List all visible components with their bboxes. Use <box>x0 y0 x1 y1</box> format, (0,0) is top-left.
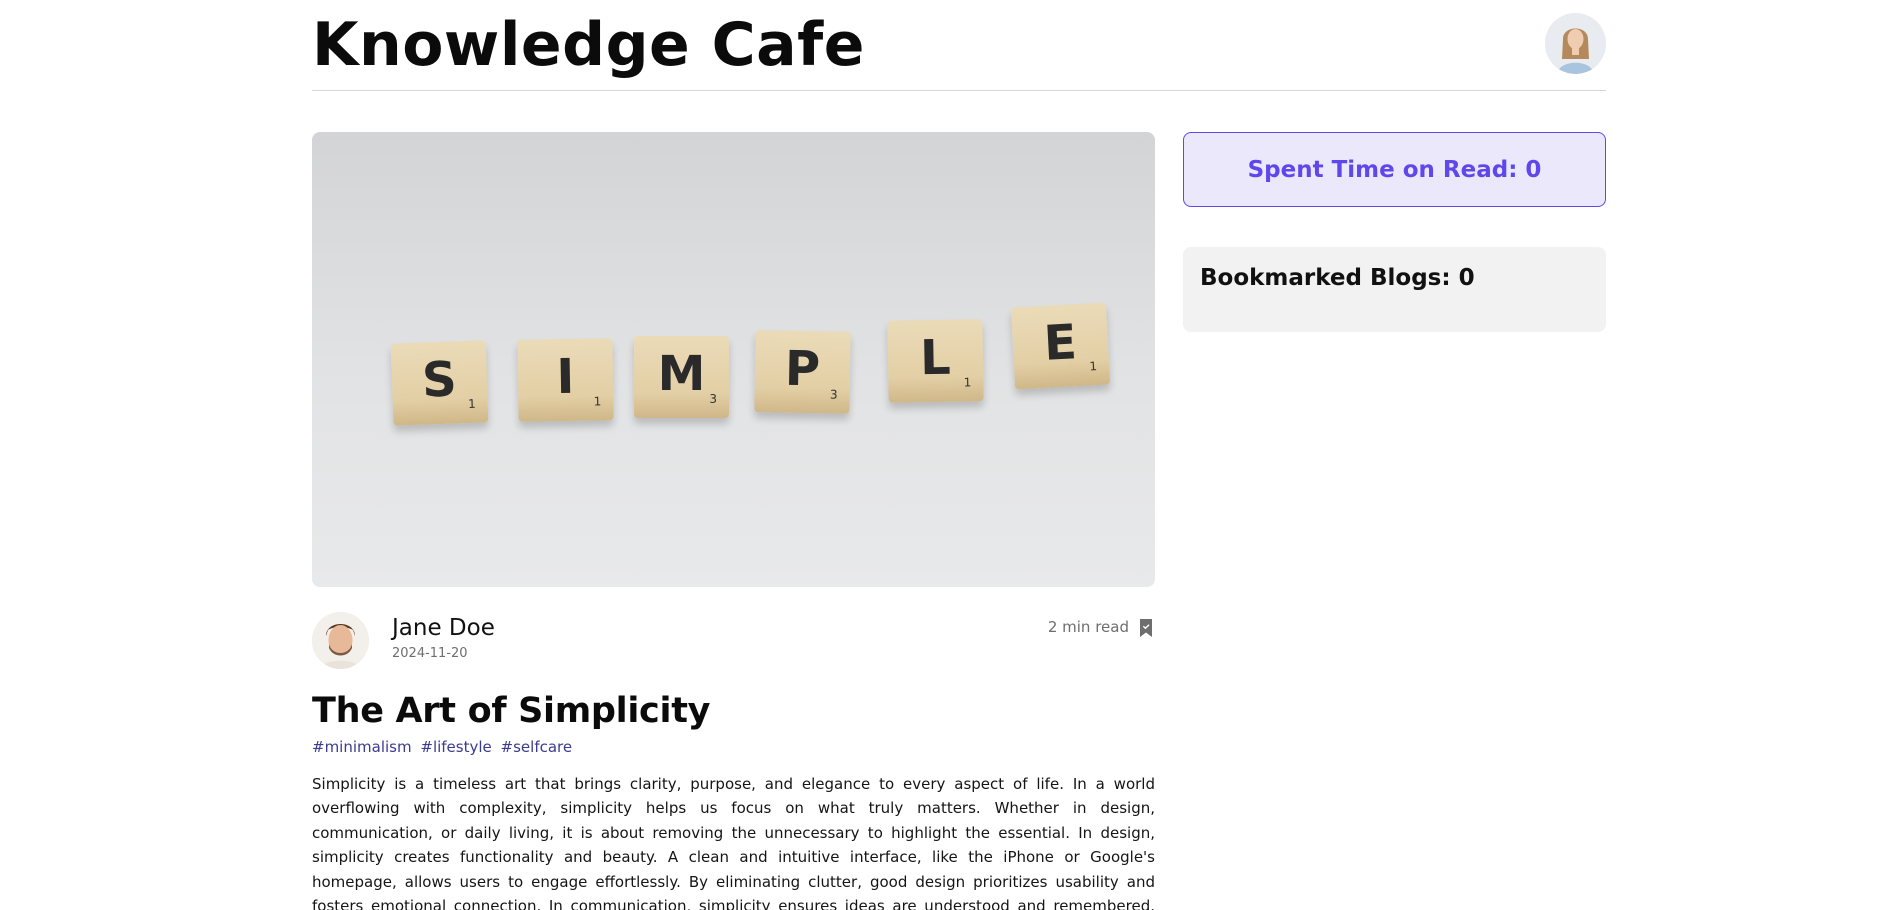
author-avatar-icon <box>312 612 369 669</box>
post-body: Simplicity is a timeless art that brings… <box>312 775 1155 910</box>
site-title: Knowledge Cafe <box>312 10 865 80</box>
site-header: Knowledge Cafe <box>312 0 1606 91</box>
spent-time-label: Spent Time on Read: 0 <box>1247 156 1542 183</box>
post-meta: Jane Doe 2024-11-20 2 min read <box>312 612 1155 682</box>
scrabble-tile: S 1 <box>390 340 489 426</box>
bookmark-button[interactable] <box>1137 617 1155 639</box>
bookmarked-blogs-panel: Bookmarked Blogs: 0 <box>1183 247 1606 332</box>
post-date: 2024-11-20 <box>392 646 468 661</box>
blog-post: S 1 I 1 M 3 P 3 L 1 E 1 Jane Doe 2024-11… <box>312 132 1155 910</box>
post-tags: #minimalism #lifestyle #selfcare <box>312 738 1155 756</box>
scrabble-tile: P 3 <box>754 330 851 414</box>
scrabble-tile: L 1 <box>887 319 984 403</box>
user-avatar-icon <box>1545 13 1606 74</box>
post-title: The Art of Simplicity <box>312 691 711 731</box>
scrabble-tile: M 3 <box>634 336 729 418</box>
scrabble-tile: E 1 <box>1010 302 1111 390</box>
spent-time-panel: Spent Time on Read: 0 <box>1183 132 1606 207</box>
read-time: 2 min read <box>1047 618 1129 636</box>
bookmarked-blogs-label: Bookmarked Blogs: 0 <box>1200 265 1475 291</box>
scrabble-tile: I 1 <box>517 338 614 422</box>
cover-image: S 1 I 1 M 3 P 3 L 1 E 1 <box>312 132 1155 587</box>
tag-link[interactable]: #selfcare <box>501 738 573 756</box>
profile-avatar[interactable] <box>1545 13 1606 74</box>
author-avatar[interactable] <box>312 612 369 669</box>
author-name[interactable]: Jane Doe <box>392 615 495 641</box>
tag-link[interactable]: #minimalism <box>312 738 412 756</box>
tag-link[interactable]: #lifestyle <box>420 738 491 756</box>
sidebar: Spent Time on Read: 0 Bookmarked Blogs: … <box>1183 132 1606 332</box>
bookmark-icon <box>1140 619 1152 637</box>
